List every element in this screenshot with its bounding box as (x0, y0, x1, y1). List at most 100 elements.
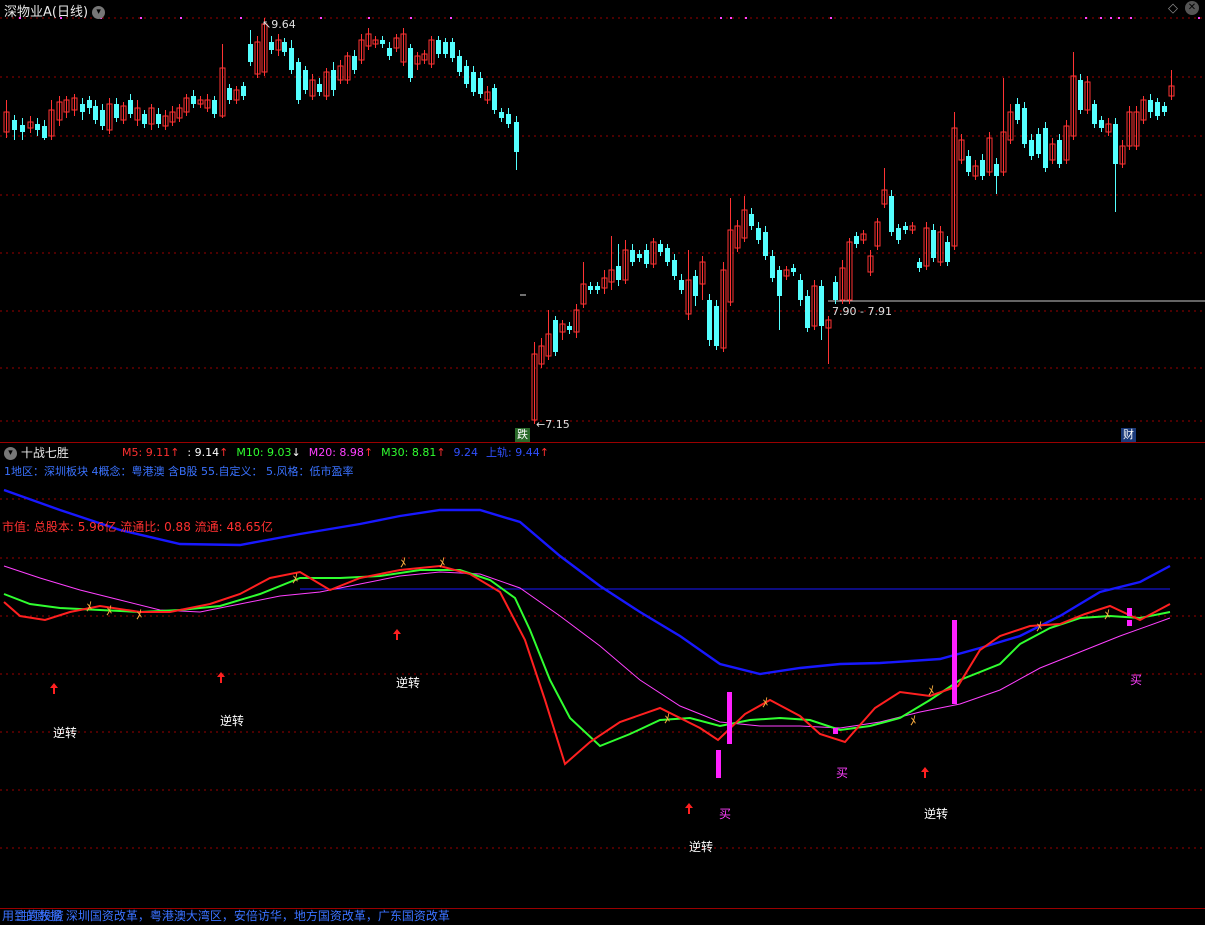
candle-body-down (1015, 104, 1020, 120)
main-chart-grid (0, 17, 1205, 422)
candle-body-down (443, 42, 448, 54)
buy-signal-bar (716, 750, 721, 778)
candle-body-down (693, 276, 698, 296)
candle-body-down (352, 56, 357, 70)
candle-body-down (595, 286, 600, 290)
event-dot (450, 17, 452, 19)
runner-icon: ﾒ (439, 556, 446, 571)
chevron-down-icon[interactable]: ▾ (4, 447, 17, 460)
event-dot (140, 17, 142, 19)
m10-line (3, 569, 1171, 748)
candle-body-down (408, 48, 413, 78)
buy-signal-bar (833, 728, 838, 734)
candle-body-down (798, 280, 803, 300)
legend-item: M5: 9.11↑ (122, 446, 180, 459)
event-dot (1130, 17, 1132, 19)
candle-body-down (436, 40, 441, 54)
candle-body-down (380, 40, 385, 44)
candle-body-down (1078, 80, 1083, 110)
indicator-legend: M5: 9.11↑: 9.14↑ M10: 9.03↓ M20: 8.98↑ M30:… (122, 444, 557, 460)
triangle-left-icon[interactable]: ◇ (1168, 1, 1178, 16)
candle-body-down (1057, 140, 1062, 164)
candle-body-down (588, 286, 593, 290)
indicator-title-bar: ▾ 十战七胜 (4, 444, 69, 461)
legend-item: M30: 8.81↑ (381, 446, 446, 459)
event-dot (720, 17, 722, 19)
candle-body-down (1022, 108, 1027, 144)
candle-body-down (945, 242, 950, 262)
candle-body-down (707, 300, 712, 340)
indicator-grid (0, 498, 1205, 849)
candle-body-down (387, 48, 392, 56)
fall-badge[interactable]: 跌 (515, 428, 530, 442)
low-price-label: ←7.15 (536, 418, 570, 431)
buy-signal-bar (952, 650, 957, 656)
candle-body-down (80, 104, 85, 112)
candle-body-down (128, 100, 133, 114)
legend-item: M20: 8.98↑ (308, 446, 374, 459)
candle-body-down (833, 282, 838, 300)
candle-body-down (553, 320, 558, 352)
buy-signal-bar (727, 692, 732, 744)
candlestick-series[interactable] (3, 18, 1175, 424)
candle-body-down (282, 42, 287, 52)
bottom-info-text: 用到的数据 深圳国资改革，粤港澳大湾区，安倍访华，地方国资改革，广东国资改革 (2, 909, 450, 923)
candle-body-down (156, 114, 161, 124)
event-dot (830, 17, 832, 19)
candle-body-down (917, 262, 922, 268)
event-dot (1100, 17, 1102, 19)
candle-body-down (514, 122, 519, 152)
candle-body-down (749, 214, 754, 226)
buy-label: 买 (836, 766, 849, 780)
reversal-label: 逆转 (924, 807, 949, 821)
legend-item: M10: 9.03↓ (236, 446, 301, 459)
m20-line (3, 565, 1171, 729)
indicator-name: 十战七胜 (20, 446, 69, 460)
runner-icon: ﾒ (1104, 608, 1111, 623)
candle-body-down (269, 42, 274, 50)
runner-icon: ﾒ (400, 556, 407, 571)
candle-body-down (241, 86, 246, 96)
finance-badge[interactable]: 财 (1121, 428, 1136, 442)
chevron-down-icon[interactable]: ▾ (92, 6, 106, 19)
candle-body-down (506, 114, 511, 124)
runner-icon: ﾒ (106, 604, 113, 619)
candle-body-down (296, 62, 301, 100)
reversal-label: 逆转 (53, 726, 78, 740)
candle-body-down (142, 114, 147, 124)
event-dot (368, 17, 370, 19)
candle-body-down (791, 268, 796, 272)
candle-body-down (20, 125, 25, 132)
candle-body-down (756, 228, 761, 240)
candle-body-down (637, 254, 642, 258)
info-line: 1地区：深圳板块 4概念：粤港澳 含B股 55.自定义： 5.风格：低市盈率 (4, 465, 354, 478)
candle-body-down (896, 228, 901, 240)
event-dot (1110, 17, 1112, 19)
candle-body-down (212, 100, 217, 114)
event-dot (1118, 17, 1120, 19)
candle-body-down (658, 244, 663, 252)
candle-body-down (42, 126, 47, 138)
bottom-info-bar: 用到的数据 深圳国资改革，粤港澳大湾区，安倍访华，地方国资改革，广东国资改革 (2, 907, 450, 924)
candle-body-down (679, 280, 684, 290)
candle-body-down (644, 250, 649, 264)
runner-icon: ﾒ (664, 712, 671, 727)
candle-body-down (966, 156, 971, 172)
candle-body-down (616, 266, 621, 280)
main-title: 深物业A(日线) (4, 5, 89, 20)
reversal-label: 逆转 (689, 840, 714, 854)
event-dot (745, 17, 747, 19)
reversal-label: 逆转 (396, 676, 421, 690)
buy-signal-bar (1127, 620, 1132, 626)
legend-item: 上轨: 9.44↑ (486, 446, 549, 459)
runner-icon: ﾒ (928, 684, 935, 699)
candle-body-down (889, 196, 894, 232)
event-dot (730, 17, 732, 19)
candle-body-down (492, 88, 497, 110)
candle-body-down (100, 110, 105, 126)
runner-icon: ﾒ (1036, 620, 1043, 635)
candle-body-down (1148, 100, 1153, 112)
close-icon[interactable]: ✕ (1185, 1, 1199, 15)
high-price-label: ↖9.64 (262, 18, 296, 31)
candle-body-down (665, 248, 670, 262)
